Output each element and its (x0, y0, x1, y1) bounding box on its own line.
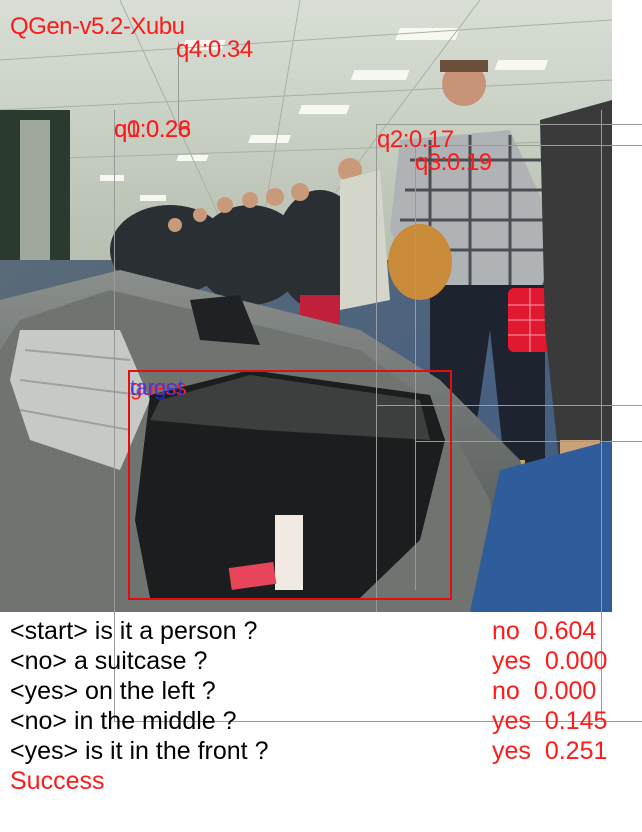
question-text: <yes> is it in the front ? (10, 737, 269, 765)
dialogue-list: <start> is it a person ? no 0.604 <no> a… (10, 616, 635, 766)
answer-text: no 0.604 (492, 617, 597, 645)
answer-text: yes 0.000 (492, 647, 608, 675)
target-label: target (130, 375, 184, 400)
model-label: QGen-v5.2-Xubu (10, 13, 185, 40)
candidate-label-q1: q1:0.28 (114, 116, 191, 143)
answer-text: yes 0.145 (492, 707, 608, 735)
question-text: <yes> on the left ? (10, 677, 216, 705)
dialogue-row: <yes> is it in the front ? yes 0.251 (10, 736, 635, 766)
target-guess-box (128, 370, 452, 600)
question-text: <start> is it a person ? (10, 617, 258, 645)
dialogue-row: <start> is it a person ? no 0.604 (10, 616, 635, 646)
dialogue-row: <yes> on the left ? no 0.000 (10, 676, 635, 706)
candidate-label-q4: q4:0.34 (176, 36, 253, 63)
question-text: <no> in the middle ? (10, 707, 237, 735)
dialogue-row: <no> a suitcase ? yes 0.000 (10, 646, 635, 676)
bbox-line (376, 124, 642, 125)
answer-text: no 0.000 (492, 677, 597, 705)
dialogue-row: <no> in the middle ? yes 0.145 (10, 706, 635, 736)
candidate-label-q3: q3:0.19 (415, 149, 492, 176)
answer-text: yes 0.251 (492, 737, 608, 765)
question-text: <no> a suitcase ? (10, 647, 208, 675)
result-status: Success (10, 767, 105, 795)
